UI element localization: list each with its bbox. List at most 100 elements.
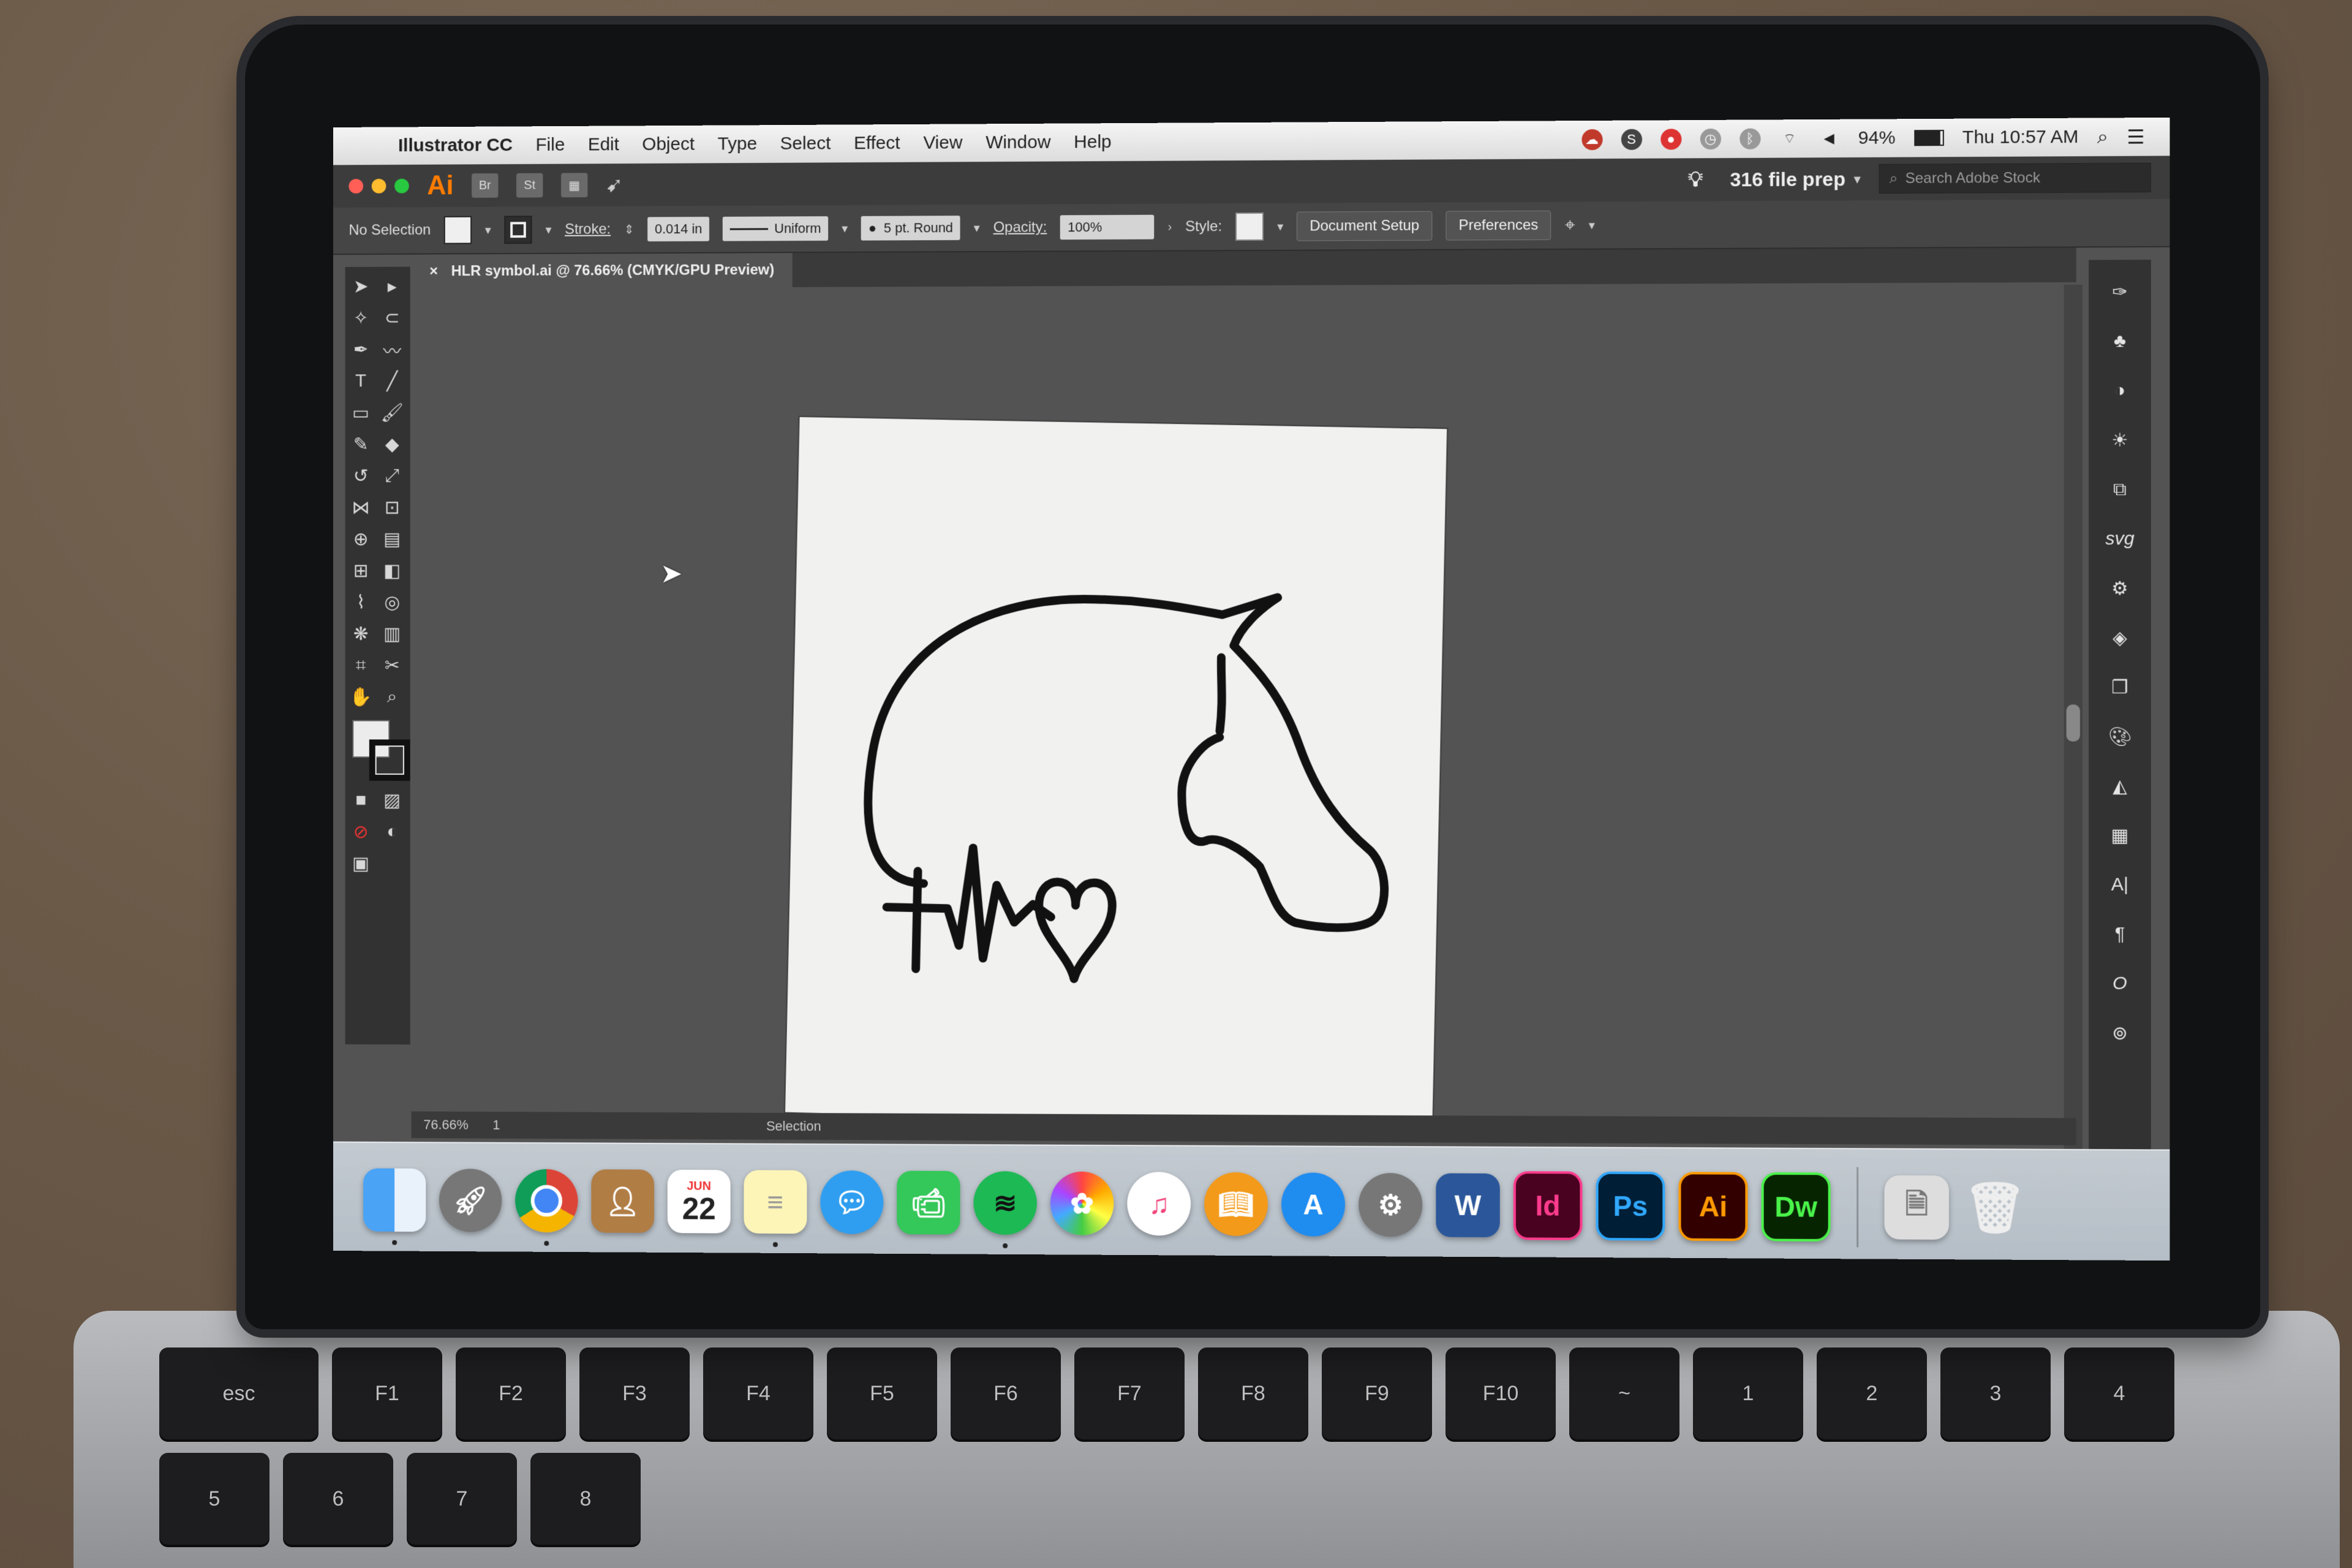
column-graph-tool-icon[interactable]: ▥ [379, 620, 405, 647]
chevron-down-icon[interactable]: ▾ [545, 222, 551, 238]
close-window-button[interactable] [349, 179, 363, 194]
gradient-tool-icon[interactable]: ◧ [379, 557, 405, 584]
shaper-tool-icon[interactable]: ✎ [347, 431, 374, 458]
transform-icon[interactable]: ⌖ [1565, 215, 1575, 236]
opacity-field[interactable]: 100% [1060, 215, 1155, 240]
document-tab[interactable]: × HLR symbol.ai @ 76.66% (CMYK/GPU Previ… [412, 253, 793, 288]
app-menu[interactable]: Illustrator CC [398, 135, 513, 156]
lightbulb-icon[interactable]: 💡︎ [1688, 168, 1703, 192]
zoom-tool-icon[interactable]: ⌕ [379, 684, 405, 710]
libraries-panel-icon[interactable]: ⊚ [2106, 1019, 2134, 1047]
none-mode-icon[interactable]: ⊘ [347, 818, 374, 845]
direct-selection-tool-icon[interactable]: ▸ [379, 273, 405, 300]
document-setup-button[interactable]: Document Setup [1297, 211, 1432, 241]
artboard[interactable] [785, 417, 1447, 1128]
facetime-icon[interactable]: 📹︎ [897, 1170, 960, 1234]
hand-tool-icon[interactable]: ✋ [347, 684, 374, 710]
gear-icon[interactable]: ⚙ [2106, 575, 2134, 601]
brush-definition[interactable]: ● 5 pt. Round [861, 216, 960, 241]
symbol-sprayer-tool-icon[interactable]: ❋ [347, 620, 374, 647]
lasso-tool-icon[interactable]: ⊂ [379, 304, 405, 331]
bridge-button[interactable]: Br [472, 173, 498, 198]
workspace-switcher[interactable]: 💡︎ 316 file prep ▾ [1688, 167, 1860, 192]
menu-select[interactable]: Select [780, 134, 831, 154]
stroke-swatch[interactable] [504, 216, 532, 244]
menu-object[interactable]: Object [642, 134, 695, 155]
paintbrush-tool-icon[interactable]: 🖌︎ [379, 399, 405, 426]
menu-window[interactable]: Window [986, 132, 1050, 153]
gpu-performance-icon[interactable]: ➹ [606, 173, 623, 197]
align-panel-icon[interactable]: ▦ [2106, 822, 2134, 849]
notification-icon[interactable]: ● [1660, 129, 1681, 149]
launchpad-icon[interactable]: 🚀︎ [439, 1169, 502, 1232]
photos-icon[interactable]: ✿ [1050, 1172, 1114, 1235]
menu-type[interactable]: Type [718, 134, 757, 154]
stock-button[interactable]: St [516, 173, 543, 198]
chrome-icon[interactable] [515, 1169, 578, 1233]
illustrator-icon[interactable]: Ai [1678, 1172, 1747, 1241]
system-preferences-icon[interactable]: ⚙ [1359, 1173, 1422, 1237]
paragraph-panel-icon[interactable]: ¶ [2106, 921, 2134, 948]
line-tool-icon[interactable]: ╱ [379, 368, 405, 394]
artboard-number[interactable]: 1 [492, 1117, 500, 1133]
creative-cloud-icon[interactable]: ☁ [1581, 129, 1602, 150]
scrollbar-thumb[interactable] [2067, 704, 2080, 741]
glyphs-panel-icon[interactable]: O [2106, 970, 2134, 997]
menu-effect[interactable]: Effect [854, 133, 900, 154]
zoom-window-button[interactable] [394, 179, 409, 194]
stepper-icon[interactable]: ⇕ [624, 222, 635, 237]
horse-heartbeat-artwork[interactable] [785, 417, 1447, 1128]
indesign-icon[interactable]: Id [1513, 1171, 1583, 1240]
draw-mode-icon[interactable]: ◐ [379, 818, 405, 845]
type-tool-icon[interactable]: T [347, 368, 374, 394]
stroke-color-icon[interactable] [369, 739, 410, 780]
color-mode-icon[interactable]: ■ [347, 787, 374, 814]
battery-icon[interactable] [1914, 130, 1944, 146]
bluetooth-icon[interactable]: ᛒ [1740, 129, 1760, 149]
ibooks-icon[interactable]: 📖︎ [1204, 1172, 1268, 1237]
notes-icon[interactable]: ≡ [744, 1170, 807, 1234]
perspective-grid-tool-icon[interactable]: ▤ [379, 526, 405, 552]
gradient-panel-icon[interactable]: ◭ [2106, 772, 2134, 799]
brushes-panel-icon[interactable]: ✑ [2106, 278, 2134, 306]
graphic-style-swatch[interactable] [1235, 213, 1264, 241]
opacity-label[interactable]: Opacity: [993, 219, 1047, 236]
vertical-scrollbar[interactable] [2064, 285, 2082, 1149]
search-adobe-stock[interactable]: ⌕ Search Adobe Stock [1879, 163, 2151, 194]
notification-center-icon[interactable]: ☰ [2127, 125, 2144, 148]
wifi-icon[interactable]: ⌔ [1779, 128, 1800, 149]
artboards-panel-icon[interactable]: ❐ [2106, 674, 2134, 701]
calendar-icon[interactable]: JUN 22 [668, 1170, 731, 1234]
finder-icon[interactable] [363, 1168, 426, 1232]
fill-stroke-widget[interactable] [347, 715, 407, 782]
messages-icon[interactable]: 💬︎ [820, 1170, 883, 1234]
scale-tool-icon[interactable]: ⤢ [379, 462, 405, 489]
archive-file-icon[interactable]: 🗎 [1885, 1175, 1949, 1240]
itunes-icon[interactable]: ♫ [1127, 1172, 1191, 1235]
fill-swatch[interactable] [444, 216, 472, 244]
spotlight-icon[interactable]: ⌕ [2097, 125, 2108, 148]
spotify-icon[interactable]: ≋ [973, 1171, 1036, 1235]
gradient-mode-icon[interactable]: ▨ [379, 787, 405, 814]
eraser-tool-icon[interactable]: ◆ [379, 431, 405, 458]
contacts-icon[interactable]: 👤︎ [591, 1169, 654, 1233]
app-store-icon[interactable]: A [1281, 1172, 1345, 1237]
minimize-window-button[interactable] [372, 179, 386, 194]
dreamweaver-icon[interactable]: Dw [1762, 1172, 1831, 1242]
shape-builder-tool-icon[interactable]: ⊕ [347, 526, 374, 552]
eyedropper-tool-icon[interactable]: ⌇ [347, 589, 374, 616]
mesh-tool-icon[interactable]: ⊞ [347, 557, 374, 584]
skype-icon[interactable]: S [1621, 129, 1642, 150]
zoom-level[interactable]: 76.66% [423, 1117, 468, 1133]
chevron-down-icon[interactable]: ▾ [974, 220, 980, 235]
screen-mode-icon[interactable]: ▣ [347, 850, 374, 877]
stroke-weight-field[interactable]: 0.014 in [647, 217, 709, 241]
chevron-right-icon[interactable]: › [1168, 220, 1172, 234]
width-tool-icon[interactable]: ⋈ [347, 494, 374, 521]
stroke-label[interactable]: Stroke: [565, 221, 611, 238]
photoshop-icon[interactable]: Ps [1596, 1172, 1665, 1241]
rotate-tool-icon[interactable]: ↺ [347, 462, 374, 489]
slice-tool-icon[interactable]: ✂ [379, 652, 405, 679]
chevron-down-icon[interactable]: ▾ [1589, 217, 1595, 233]
menu-file[interactable]: File [536, 135, 565, 156]
